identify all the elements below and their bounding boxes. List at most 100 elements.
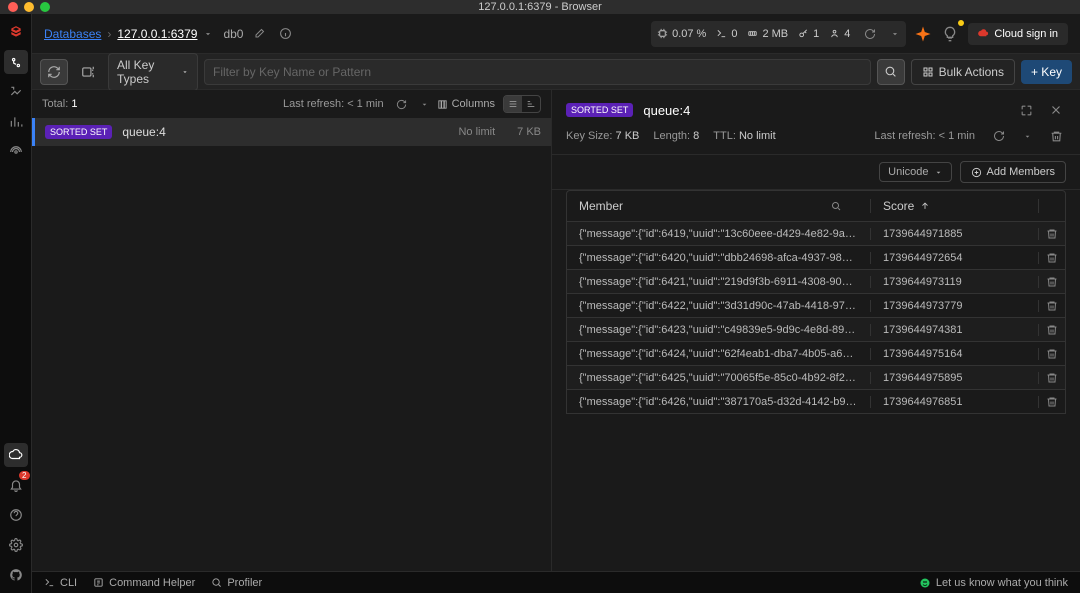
fullscreen-icon[interactable]	[1016, 100, 1036, 120]
window-close[interactable]	[8, 2, 18, 12]
edit-icon[interactable]	[249, 24, 269, 44]
sidebar-analytics[interactable]	[4, 110, 28, 134]
delete-key-icon[interactable]	[1046, 126, 1066, 146]
detail-refresh-options-icon[interactable]	[1023, 132, 1032, 141]
refresh-list-icon[interactable]	[392, 94, 412, 114]
refresh-keys-button[interactable]	[40, 59, 68, 85]
search-member-icon[interactable]	[830, 200, 842, 212]
key-size-meta: Key Size: 7 KB	[566, 130, 639, 142]
cell-member: {"message":{"id":6421,"uuid":"219d9f3b-6…	[567, 276, 871, 288]
table-row[interactable]: {"message":{"id":6426,"uuid":"387170a5-d…	[566, 390, 1066, 414]
resize-handle-icon[interactable]	[848, 201, 858, 211]
sidebar-browser[interactable]	[4, 50, 28, 74]
footer-command-helper[interactable]: Command Helper	[93, 577, 195, 589]
col-score[interactable]: Score	[871, 199, 1039, 213]
refresh-stats-icon[interactable]	[860, 24, 880, 44]
table-row[interactable]: {"message":{"id":6421,"uuid":"219d9f3b-6…	[566, 270, 1066, 294]
cell-score: 1739644974381	[871, 324, 1039, 336]
topbar: Databases › 127.0.0.1:6379 db0 0.07 %	[32, 14, 1080, 54]
view-tree[interactable]	[522, 96, 540, 112]
window-title: 127.0.0.1:6379 - Browser	[8, 1, 1072, 13]
add-members-button[interactable]: Add Members	[960, 161, 1066, 183]
copilot-icon[interactable]	[914, 25, 932, 43]
view-toggle	[503, 95, 541, 113]
cloud-sign-in-button[interactable]: Cloud sign in	[968, 23, 1068, 45]
columns-button[interactable]: Columns	[437, 98, 495, 110]
key-ttl: No limit	[458, 126, 495, 138]
key-detail-pane: SORTED SET queue:4 Key Size: 7 KB Length…	[552, 90, 1080, 571]
keys-list-pane: Total: 1 Last refresh: < 1 min Columns	[32, 90, 552, 571]
stat-cpu: 0.07 %	[657, 28, 706, 40]
sidebar-workbench[interactable]	[4, 80, 28, 104]
refresh-options-icon[interactable]	[420, 100, 429, 109]
cell-member: {"message":{"id":6422,"uuid":"3d31d90c-4…	[567, 300, 871, 312]
table-row[interactable]: {"message":{"id":6422,"uuid":"3d31d90c-4…	[566, 294, 1066, 318]
close-detail-icon[interactable]	[1046, 100, 1066, 120]
sidebar-github[interactable]	[4, 563, 28, 587]
insight-icon[interactable]	[940, 24, 960, 44]
delete-row-icon[interactable]	[1046, 276, 1058, 288]
sidebar-help[interactable]	[4, 503, 28, 527]
members-table: Member Score {"message":{"id":6419,"uuid…	[552, 190, 1080, 571]
detail-type-badge: SORTED SET	[566, 103, 633, 117]
view-list[interactable]	[504, 96, 522, 112]
breadcrumb-databases[interactable]: Databases	[44, 27, 101, 41]
breadcrumb-separator: ›	[107, 27, 111, 41]
cell-score: 1739644971885	[871, 228, 1039, 240]
key-row[interactable]: SORTED SET queue:4 No limit 7 KB	[32, 118, 551, 146]
breadcrumb-current[interactable]: 127.0.0.1:6379	[117, 27, 197, 41]
col-member[interactable]: Member	[567, 199, 871, 213]
stat-memory: 2 MB	[747, 28, 788, 40]
sidebar-notifications[interactable]: 2	[4, 473, 28, 497]
key-types-select[interactable]: All Key Types	[108, 53, 198, 91]
delete-row-icon[interactable]	[1046, 348, 1058, 360]
detail-refresh-icon[interactable]	[989, 126, 1009, 146]
cell-score: 1739644973779	[871, 300, 1039, 312]
table-row[interactable]: {"message":{"id":6424,"uuid":"62f4eab1-d…	[566, 342, 1066, 366]
table-row[interactable]: {"message":{"id":6425,"uuid":"70065f5e-8…	[566, 366, 1066, 390]
breadcrumb: Databases › 127.0.0.1:6379 db0	[44, 24, 295, 44]
length-meta: Length: 8	[653, 130, 699, 142]
table-row[interactable]: {"message":{"id":6420,"uuid":"dbb24698-a…	[566, 246, 1066, 270]
delete-row-icon[interactable]	[1046, 324, 1058, 336]
footer-profiler[interactable]: Profiler	[211, 577, 262, 589]
delete-row-icon[interactable]	[1046, 228, 1058, 240]
footer: CLI Command Helper Profiler Let us know …	[32, 571, 1080, 593]
detail-refresh-label: Last refresh: < 1 min	[874, 130, 975, 142]
bulk-actions-button[interactable]: Bulk Actions	[911, 59, 1015, 85]
info-icon[interactable]	[275, 24, 295, 44]
cell-score: 1739644973119	[871, 276, 1039, 288]
footer-feedback[interactable]: Let us know what you think	[919, 577, 1068, 589]
window-minimize[interactable]	[24, 2, 34, 12]
sidebar-settings[interactable]	[4, 533, 28, 557]
db-index: db0	[223, 27, 243, 41]
encoding-select[interactable]: Unicode	[879, 162, 951, 182]
table-row[interactable]: {"message":{"id":6423,"uuid":"c49839e5-9…	[566, 318, 1066, 342]
stats-expand-icon[interactable]	[890, 29, 900, 39]
sidebar-cloud[interactable]	[4, 443, 28, 467]
cell-member: {"message":{"id":6420,"uuid":"dbb24698-a…	[567, 252, 871, 264]
delete-row-icon[interactable]	[1046, 300, 1058, 312]
footer-cli[interactable]: CLI	[44, 577, 77, 589]
delete-row-icon[interactable]	[1046, 396, 1058, 408]
add-key-button[interactable]: + Key	[1021, 60, 1072, 84]
window-maximize[interactable]	[40, 2, 50, 12]
key-size: 7 KB	[517, 126, 541, 138]
search-button[interactable]	[877, 59, 905, 85]
ttl-meta: TTL: No limit	[713, 130, 775, 142]
stats-group: 0.07 % 0 2 MB 1 4	[651, 21, 906, 47]
filter-input[interactable]	[204, 59, 871, 85]
chevron-down-icon[interactable]	[203, 29, 213, 39]
total-label: Total: 1	[42, 98, 77, 110]
redis-logo-icon[interactable]	[4, 20, 28, 44]
table-row[interactable]: {"message":{"id":6419,"uuid":"13c60eee-d…	[566, 222, 1066, 246]
cell-score: 1739644972654	[871, 252, 1039, 264]
delete-row-icon[interactable]	[1046, 252, 1058, 264]
add-key-icon-button[interactable]	[74, 59, 102, 85]
stat-clients: 4	[829, 28, 850, 40]
sidebar-pubsub[interactable]	[4, 140, 28, 164]
detail-key-name: queue:4	[643, 103, 690, 118]
cell-score: 1739644975895	[871, 372, 1039, 384]
key-type-badge: SORTED SET	[45, 125, 112, 139]
delete-row-icon[interactable]	[1046, 372, 1058, 384]
